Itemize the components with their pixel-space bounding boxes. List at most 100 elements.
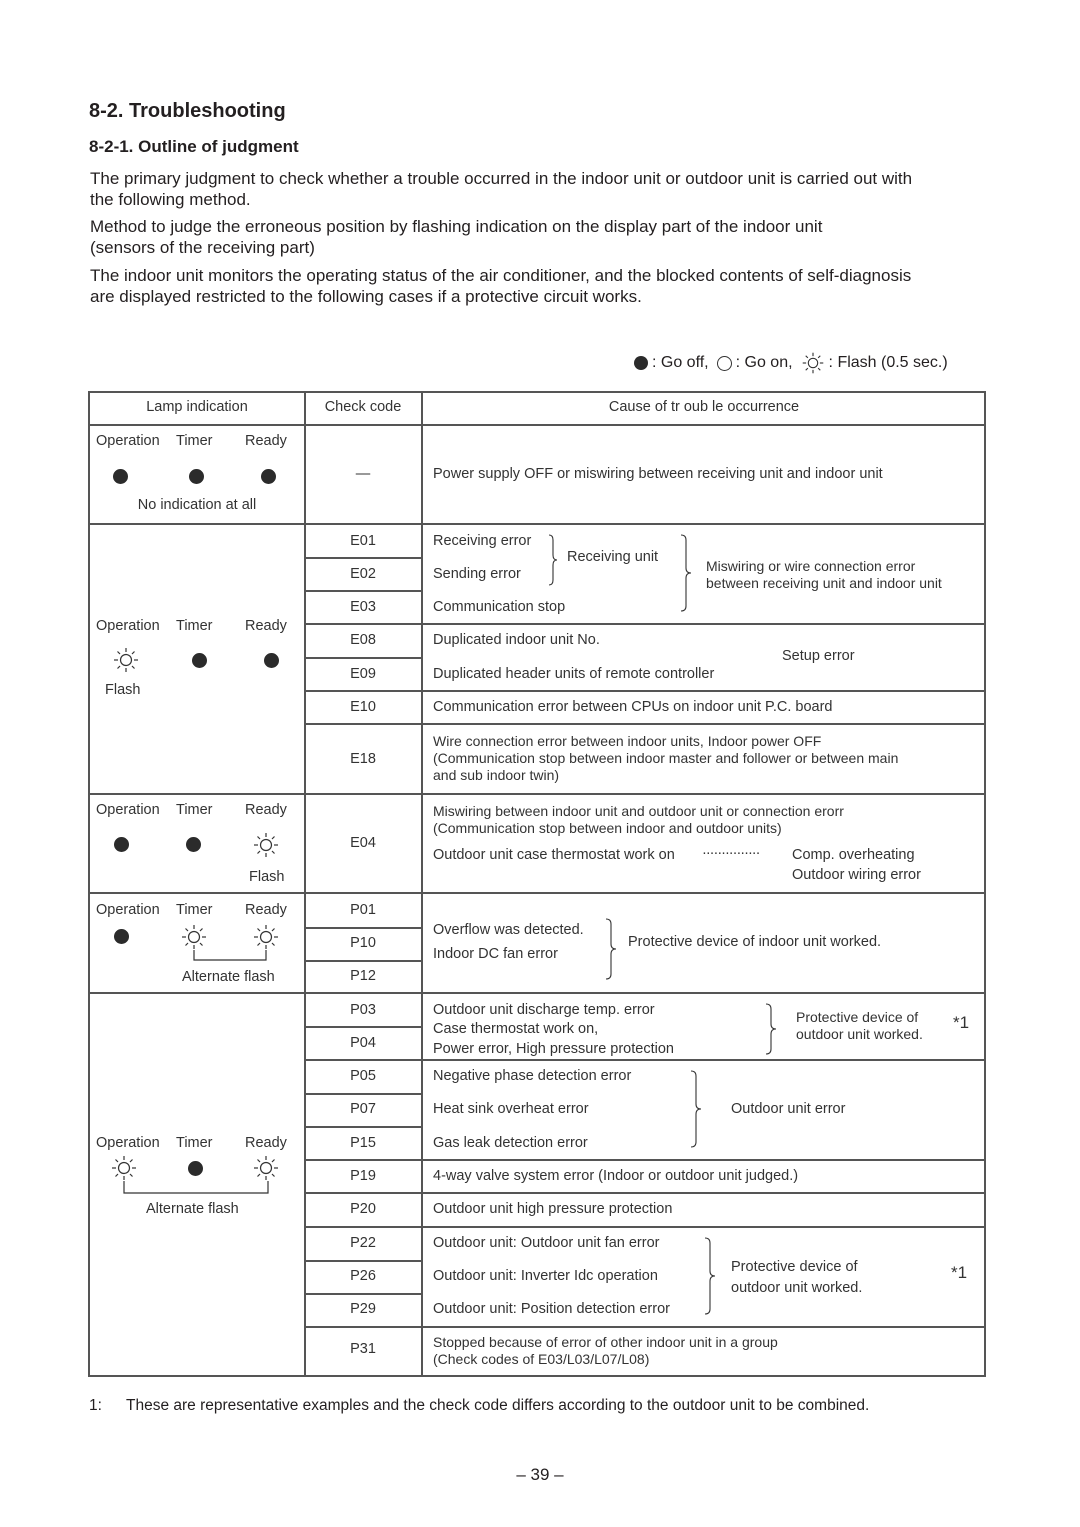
check-code: P03 [350,1002,376,1018]
brace-icon [605,918,617,980]
footnote-marker: 1: [89,1397,102,1414]
cause-text: Communication stop [433,599,566,615]
cause-text: Comp. overheating [792,847,915,863]
lamp-label-ready: Ready [245,618,287,634]
cause-line: between receiving unit and indoor unit [706,575,942,591]
cause-line: (Communication stop between indoor and o… [433,820,782,836]
cause-text: Outdoor unit discharge temp. error [433,1002,655,1018]
leader-dots: ··············· [702,845,760,861]
code-divider [305,1293,421,1295]
cause-text: Duplicated indoor unit No. [433,632,600,648]
row-divider [305,623,986,625]
check-code: P26 [350,1268,376,1284]
lamp-label-operation: Operation [96,802,160,818]
lamp-flash-icon [182,925,206,949]
lamp-off-icon [264,653,279,668]
row-divider [305,723,986,725]
check-code: P19 [350,1168,376,1184]
check-code: P05 [350,1068,376,1084]
brace-icon [765,1003,777,1055]
row-divider [88,424,986,426]
lamp-off-icon [186,837,201,852]
lamp-off-icon [189,469,204,484]
code-divider [305,960,421,962]
cause-line: Miswiring between indoor unit and outdoo… [433,803,844,819]
cause-line: (Check codes of E03/L03/L07/L08) [433,1351,650,1367]
check-code: — [355,466,371,482]
paragraph-2: Method to judge the erroneous position b… [90,216,822,258]
cause-text: Negative phase detection error [433,1068,632,1084]
code-divider [305,1126,421,1128]
flash-label: : Flash (0.5 sec.) [828,354,948,371]
header-cause: Cause of tr oub le occurrence [608,399,800,415]
check-code: P12 [350,968,376,984]
cause-text: Indoor DC fan error [433,946,558,962]
check-code: E01 [350,533,376,549]
check-code: P20 [350,1201,376,1217]
cause-text: Outdoor unit: Position detection error [433,1301,670,1317]
header-check-code: Check code [324,399,402,415]
cause-group-label: Miswiring or wire connection error betwe… [706,558,942,592]
code-divider [305,1093,421,1095]
lamp-label-ready: Ready [245,802,287,818]
cause-group-label: Protective device of outdoor unit worked… [731,1257,862,1299]
alternate-flash-connector [123,1181,269,1194]
cause-group-label: Protective device of outdoor unit worked… [796,1009,923,1043]
page-number: – 39 – [516,1465,564,1484]
lamp-caption: Alternate flash [182,969,275,985]
lamp-flash-icon [114,648,138,672]
paragraph-3: The indoor unit monitors the operating s… [90,265,911,307]
lamp-off-icon [113,469,128,484]
lamp-caption: Flash [105,682,141,698]
lamp-caption: Alternate flash [146,1201,239,1217]
cause-text: Receiving error [433,533,532,549]
paragraph-line: The indoor unit monitors the operating s… [90,266,912,285]
go-on-icon [716,355,732,371]
check-code: P10 [350,935,376,951]
cause-text: Stopped because of error of other indoor… [433,1334,778,1368]
cause-text: Outdoor unit: Outdoor unit fan error [433,1235,660,1251]
go-on-label: : Go on, [735,354,793,371]
code-divider [305,657,421,659]
footnote-text: These are representative examples and th… [126,1397,870,1414]
check-code: E04 [350,835,376,851]
cause-line: Miswiring or wire connection error [706,558,916,574]
lamp-label-timer: Timer [176,433,213,449]
cause-text: Gas leak detection error [433,1135,588,1151]
flash-icon [802,352,823,374]
check-code: P15 [350,1135,376,1151]
row-divider [305,1226,986,1228]
footnote-ref: *1 [953,1013,970,1032]
lamp-label-operation: Operation [96,1135,160,1151]
check-code: P22 [350,1235,376,1251]
group-divider [88,892,986,894]
check-code: P01 [350,902,376,918]
brace-icon [548,534,558,586]
cause-group-label: Protective device of indoor unit worked. [628,934,882,950]
lamp-label-operation: Operation [96,902,160,918]
paragraph-line: The primary judgment to check whether a … [90,169,913,188]
cause-line: Wire connection error between indoor uni… [433,733,822,749]
brace-icon [690,1070,702,1148]
cause-text: Case thermostat work on, [433,1021,599,1037]
row-divider [305,690,986,692]
cause-text: Communication error between CPUs on indo… [433,699,833,715]
row-divider [305,1159,986,1161]
check-code: E10 [350,699,376,715]
lamp-legend: : Go off, : Go on, : Flash (0.5 sec.) [634,351,948,375]
lamp-label-operation: Operation [96,618,160,634]
lamp-off-icon [114,837,129,852]
cause-text: Sending error [433,566,521,582]
cause-group-label: Receiving unit [567,549,659,565]
code-divider [305,927,421,929]
paragraph-1: The primary judgment to check whether a … [90,168,912,210]
cause-line: outdoor unit worked. [731,1280,863,1296]
lamp-label-timer: Timer [176,802,213,818]
lamp-label-ready: Ready [245,902,287,918]
cause-text: Wire connection error between indoor uni… [433,733,898,784]
row-divider [305,1059,986,1061]
cause-text: Miswiring between indoor unit and outdoo… [433,803,844,837]
lamp-label-ready: Ready [245,1135,287,1151]
cause-line: Stopped because of error of other indoor… [433,1334,778,1350]
cause-line: Protective device of [731,1259,858,1275]
